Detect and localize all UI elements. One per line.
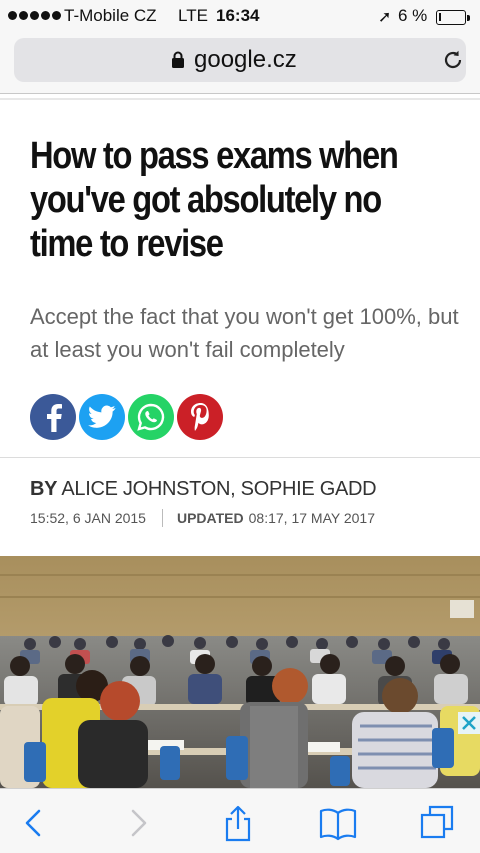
byline: BY ALICE JOHNSTON, SOPHIE GADD: [30, 478, 377, 501]
facebook-share-button[interactable]: [30, 394, 76, 440]
byline-prefix: BY: [30, 478, 58, 500]
reload-icon[interactable]: [442, 49, 464, 71]
twitter-icon: [88, 405, 116, 428]
url-text: google.cz: [194, 46, 297, 73]
pinterest-icon: [191, 403, 209, 431]
updated-date: 08:17, 17 MAY 2017: [248, 510, 375, 526]
twitter-share-button[interactable]: [79, 394, 125, 440]
carrier-name: T-Mobile CZ: [64, 6, 157, 25]
share-icon[interactable]: [218, 803, 258, 843]
signal-strength-icon: [8, 11, 61, 20]
updated-label: UPDATED: [176, 510, 244, 526]
date-separator: [161, 509, 163, 527]
article-photo: [0, 556, 480, 788]
location-arrow-icon: ➚: [378, 9, 392, 26]
whatsapp-icon: [137, 403, 165, 431]
back-icon[interactable]: [14, 803, 54, 843]
facebook-icon: [47, 404, 62, 432]
byline-divider: [0, 457, 480, 458]
ad-close-icon[interactable]: [458, 712, 480, 734]
lock-icon: [172, 51, 184, 68]
share-buttons: [30, 394, 223, 440]
bookmarks-icon[interactable]: [318, 803, 358, 843]
page-top-divider: [0, 98, 480, 100]
network-type: LTE: [178, 6, 208, 25]
byline-authors[interactable]: ALICE JOHNSTON, SOPHIE GADD: [61, 478, 376, 500]
forward-icon[interactable]: [118, 803, 158, 843]
browser-toolbar: [0, 788, 480, 853]
address-bar[interactable]: google.cz: [14, 38, 466, 82]
status-time: 16:34: [216, 6, 260, 25]
published-date: 15:52, 6 JAN 2015: [30, 510, 146, 526]
battery-icon: [436, 10, 470, 25]
browser-address-area: google.cz: [0, 34, 480, 94]
status-bar: T-Mobile CZ LTE 16:34 ➚ 6 %: [0, 0, 480, 34]
article-dates: 15:52, 6 JAN 2015 UPDATED 08:17, 17 MAY …: [30, 509, 375, 527]
battery-percent: 6 %: [398, 6, 428, 25]
tabs-icon[interactable]: [418, 803, 458, 843]
pinterest-share-button[interactable]: [177, 394, 223, 440]
article-headline: How to pass exams when you've got absolu…: [30, 135, 399, 265]
whatsapp-share-button[interactable]: [128, 394, 174, 440]
article-standfirst: Accept the fact that you won't get 100%,…: [30, 304, 459, 362]
